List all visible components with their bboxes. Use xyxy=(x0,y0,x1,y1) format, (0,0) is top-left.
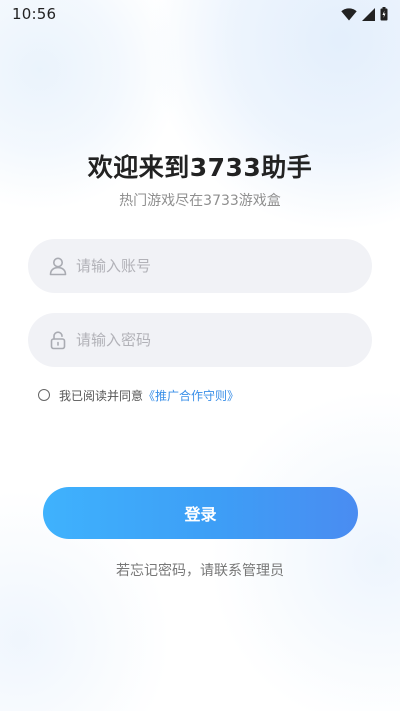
forgot-password-hint: 若忘记密码，请联系管理员 xyxy=(116,563,284,579)
battery-icon xyxy=(380,7,388,21)
page-title: 欢迎来到3733助手 xyxy=(87,153,313,182)
agreement-link[interactable]: 《推广合作守则》 xyxy=(143,387,239,404)
agreement-checkbox[interactable] xyxy=(38,389,50,401)
account-input[interactable] xyxy=(76,257,336,275)
account-field[interactable] xyxy=(28,239,372,293)
signal-icon xyxy=(362,7,375,21)
login-button[interactable]: 登录 xyxy=(43,487,358,539)
status-icons xyxy=(341,7,388,21)
page-subtitle: 热门游戏尽在3733游戏盒 xyxy=(119,193,281,209)
status-bar: 10:56 xyxy=(0,0,400,28)
status-time: 10:56 xyxy=(12,5,57,23)
agreement-row: 我已阅读并同意 《推广合作守则》 xyxy=(38,386,239,404)
user-icon xyxy=(49,257,67,276)
lock-icon xyxy=(50,331,66,350)
password-field[interactable] xyxy=(28,313,372,367)
password-input[interactable] xyxy=(76,331,336,349)
wifi-icon xyxy=(341,7,357,20)
agreement-text: 我已阅读并同意 xyxy=(59,388,144,403)
